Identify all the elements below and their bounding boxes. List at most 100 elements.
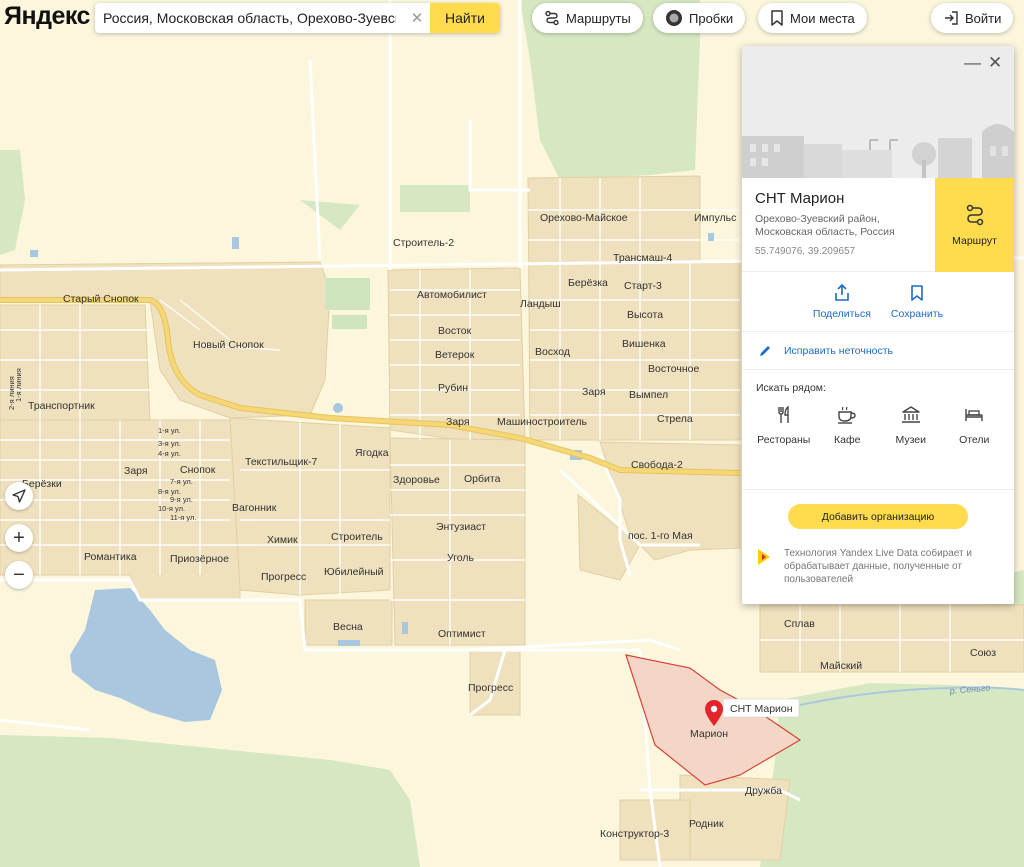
nearby-cafe[interactable]: Кафе [816,406,880,489]
label-orekhovo-mayskoe: Орехово-Майское [540,212,628,224]
nearby-label-cafe: Кафе [834,434,861,446]
label-zarya-bot: Заря [446,416,470,428]
live-data-text: Технология Yandex Live Data собирает и о… [784,548,972,585]
traffic-icon [666,10,682,26]
label-progress-mid: Прогресс [468,682,513,694]
card-illustration: — ✕ [742,46,1014,178]
label-priozernoe: Приозёрное [170,553,229,565]
label-start3: Старт-3 [624,280,662,292]
card-info: СНТ Марион Орехово-Зуевский район, Моско… [742,178,935,271]
label-druzhba: Дружба [745,785,782,797]
label-soyuz: Союз [970,647,996,659]
place-card: — ✕ СНТ Марион Орехово-Зуевский район, М… [742,46,1014,604]
label-vagonnik: Вагонник [232,502,277,514]
search-button[interactable]: Найти [430,3,500,33]
nearby-museums[interactable]: Музеи [879,406,943,489]
yandex-logo[interactable]: Яндекс [4,2,90,31]
nearby-label-restaurants: Рестораны [757,434,811,446]
fix-label: Исправить неточность [784,344,894,357]
label-zarya-left: Заря [124,465,148,477]
label-orbita: Орбита [464,473,501,485]
label-impuls: Импульс [694,212,736,224]
login-icon [945,11,958,25]
label-stroitel2: Строитель-2 [393,237,454,249]
label-romantika: Романтика [84,551,137,563]
label-vympel: Вымпел [629,389,668,401]
place-title: СНТ Марион [755,190,845,207]
label-mashinostroitel: Машиностроитель [497,416,588,428]
label-beryozka: Берёзка [568,277,608,289]
label-zdorovye: Здоровье [393,474,440,486]
label-rodnik: Родник [689,818,724,830]
label-zarya-mid: Заря [582,386,606,398]
plus-icon: + [13,526,25,549]
my-places-label: Мои места [790,10,855,26]
label-transportnik: Транспортник [28,400,95,412]
label-marion: Марион [690,728,728,740]
fix-inaccuracy-link[interactable]: Исправить неточность [742,332,1014,370]
zoom-out-button[interactable]: − [5,561,33,589]
place-address: Орехово-Зуевский район, Московская облас… [755,213,895,238]
geolocation-button[interactable] [5,482,33,510]
share-label: Поделиться [812,308,871,320]
place-coordinates[interactable]: 55.749076, 39.209657 [755,246,935,257]
label-strela: Стрела [657,413,693,425]
nearby-title: Искать рядом: [756,382,826,394]
label-khimik: Химик [267,534,298,546]
live-data-icon [758,549,770,565]
label-splav: Сплав [784,618,815,630]
label-landysh: Ландыш [520,298,561,310]
share-button[interactable]: Поделиться [813,284,871,331]
label-progress-left: Прогресс [261,571,306,583]
bed-icon [965,409,983,421]
live-data-notice: Технология Yandex Live Data собирает и о… [742,529,1014,586]
museum-icon [901,406,920,423]
label-yubileyny: Юбилейный [324,566,384,578]
bookmark-icon [911,285,923,301]
add-organization-button[interactable]: Добавить организацию [788,504,968,529]
label-stroitel: Строитель [331,531,383,543]
pencil-icon [760,345,770,356]
login-button[interactable]: Войти [931,3,1014,33]
label-pos-1maya: пос. 1-го Мая [628,530,693,542]
route-icon [545,10,559,26]
search-input[interactable] [95,3,404,33]
routes-label: Маршруты [566,10,631,26]
my-places-button[interactable]: Мои места [758,3,867,33]
navigation-arrow-icon [12,489,26,503]
traffic-button[interactable]: Пробки [653,3,746,33]
route-label: Маршрут [952,234,997,247]
save-label: Сохранить [890,308,944,320]
nearby-restaurants[interactable]: Рестораны [752,406,816,489]
coffee-cup-icon [838,406,856,424]
label-line10: 10-я ул. [158,504,185,513]
label-rubin: Рубин [438,382,468,394]
nearby-hotels[interactable]: Отели [943,406,1007,489]
save-button[interactable]: Сохранить [891,284,943,331]
minimize-icon[interactable]: — [964,54,981,71]
nearby-label-museums: Музеи [895,434,926,446]
nearby-label-hotels: Отели [959,434,990,446]
label-svoboda: Свобода-2 [631,459,683,471]
label-entuziast: Энтузиаст [436,521,486,533]
clear-icon[interactable]: ✕ [404,9,430,27]
label-optimist: Оптимист [438,628,486,640]
minus-icon: − [13,563,25,586]
route-button[interactable]: Маршрут [935,178,1014,272]
pin-label: СНТ Марион [730,703,793,715]
routes-button[interactable]: Маршруты [532,3,643,33]
label-snopok: Снопок [180,464,216,476]
card-header: СНТ Марион Орехово-Зуевский район, Моско… [742,178,1014,272]
label-vishenka: Вишенка [622,338,666,350]
label-line7: 7-я ул. [170,477,193,486]
zoom-in-button[interactable]: + [5,524,33,552]
label-tekstilshchik: Текстильщик-7 [245,456,317,468]
label-avtomobilist: Автомобилист [417,289,487,301]
bookmark-icon [771,10,783,26]
close-icon[interactable]: ✕ [988,54,1002,71]
label-vostochnoe: Восточное [648,363,700,375]
fork-knife-icon [778,406,789,423]
label-line9: 9-я ул. [170,495,193,504]
label-ugol: Уголь [447,552,475,564]
label-mayskiy: Майский [820,660,862,672]
